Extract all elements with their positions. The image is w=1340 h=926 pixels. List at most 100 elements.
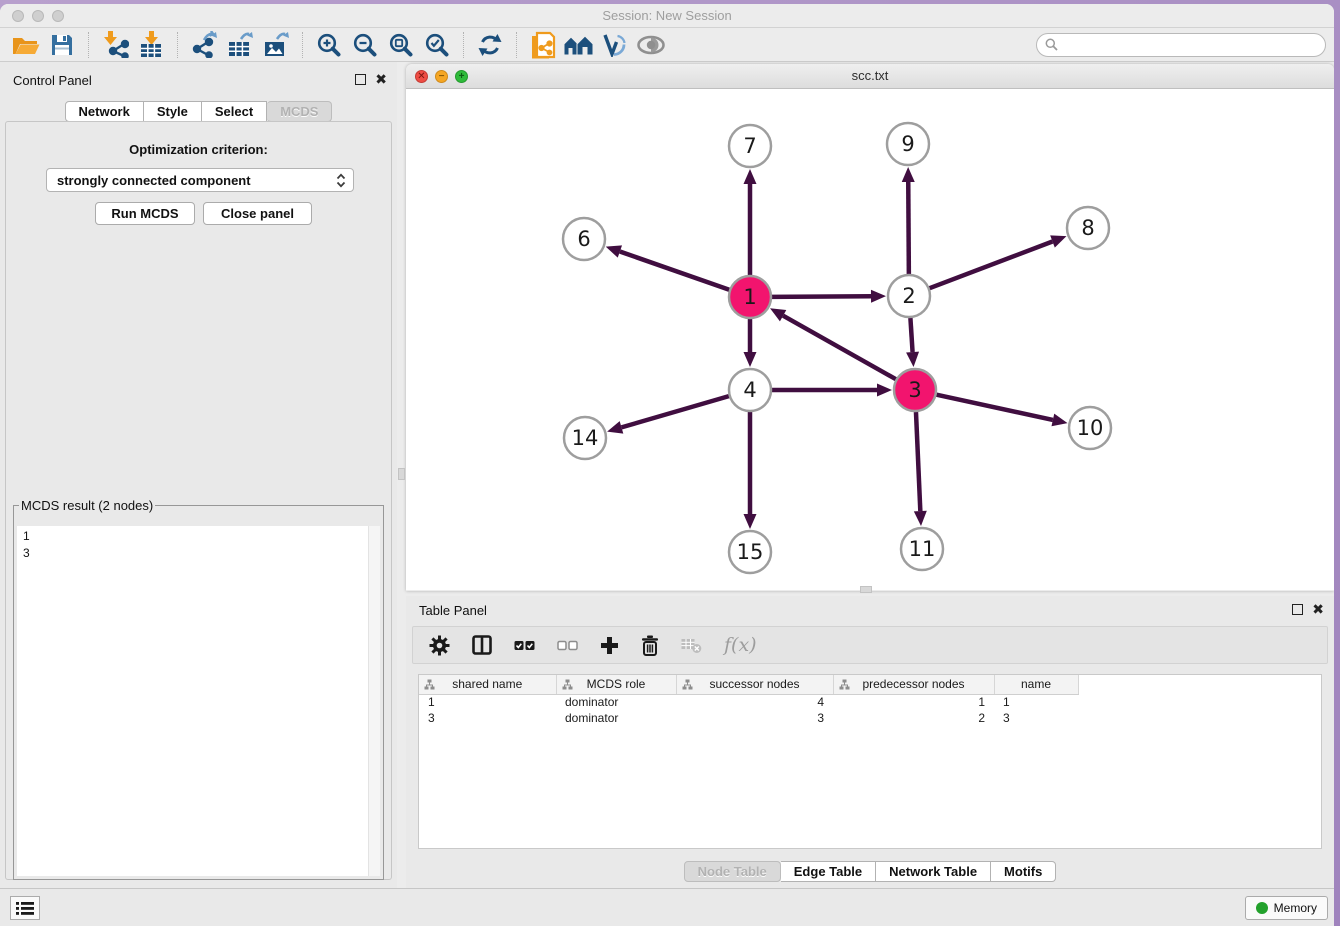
graph-node-2[interactable]: 2: [888, 275, 930, 317]
column-header-shared-name[interactable]: shared name: [419, 675, 556, 694]
svg-text:2: 2: [902, 284, 915, 308]
graph-edge-2-8[interactable]: [930, 235, 1067, 288]
graph-edge-2-9[interactable]: [902, 167, 915, 274]
graph-edge-3-11[interactable]: [914, 412, 927, 526]
graph-node-4[interactable]: 4: [729, 369, 771, 411]
export-image-button[interactable]: [258, 30, 294, 60]
zoom-in-button[interactable]: [311, 30, 347, 60]
graph-edge-4-15[interactable]: [744, 412, 757, 529]
tab-node-table[interactable]: Node Table: [684, 861, 781, 882]
network-close-button[interactable]: ✕: [415, 70, 428, 83]
graph-edge-4-14[interactable]: [607, 396, 729, 433]
zoom-fit-button[interactable]: [383, 30, 419, 60]
graph-node-15[interactable]: 15: [729, 531, 771, 573]
minimize-window-button[interactable]: [32, 10, 44, 22]
table-cell[interactable]: 1: [833, 694, 994, 710]
table-cell[interactable]: 3: [676, 710, 833, 726]
network-window-titlebar[interactable]: ✕ − + scc.txt: [406, 64, 1334, 89]
network-canvas[interactable]: 7 9 6 8 1 2 4 3 14 10 15 11: [406, 89, 1334, 590]
result-scrollbar[interactable]: [368, 526, 380, 876]
close-table-panel-icon[interactable]: ✖: [1312, 604, 1324, 615]
graph-edge-1-2[interactable]: [772, 290, 886, 303]
graph-edge-2-3[interactable]: [906, 318, 919, 367]
import-network-button[interactable]: [97, 30, 133, 60]
tab-motifs[interactable]: Motifs: [991, 861, 1056, 882]
run-mcds-button[interactable]: Run MCDS: [95, 202, 195, 225]
memory-label: Memory: [1274, 901, 1317, 915]
column-header-predecessor-nodes[interactable]: predecessor nodes: [833, 675, 994, 694]
vizmapper-button[interactable]: [597, 30, 633, 60]
tab-mcds[interactable]: MCDS: [267, 101, 332, 122]
graph-node-1[interactable]: 1: [729, 276, 771, 318]
table-cell[interactable]: 2: [833, 710, 994, 726]
graph-edge-1-4[interactable]: [744, 319, 757, 367]
zoom-selected-button[interactable]: [419, 30, 455, 60]
zoom-window-button[interactable]: [52, 10, 64, 22]
memory-button[interactable]: Memory: [1245, 896, 1328, 920]
add-column-button[interactable]: [600, 636, 619, 655]
open-session-button[interactable]: [8, 30, 44, 60]
table-row[interactable]: 1dominator411: [419, 694, 1078, 710]
tab-style[interactable]: Style: [144, 101, 202, 122]
graph-edge-1-7[interactable]: [744, 169, 757, 275]
select-all-button[interactable]: [514, 640, 535, 651]
horizontal-splitter-handle[interactable]: [860, 586, 872, 593]
table-cell[interactable]: 3: [994, 710, 1078, 726]
table-cell[interactable]: 1: [419, 694, 556, 710]
window-traffic-lights[interactable]: [12, 10, 64, 22]
export-table-button[interactable]: [222, 30, 258, 60]
graph-edge-3-1[interactable]: [770, 308, 896, 379]
table-cell[interactable]: dominator: [556, 694, 676, 710]
graph-node-6[interactable]: 6: [563, 218, 605, 260]
hide-panel-button[interactable]: [633, 30, 669, 60]
search-field[interactable]: [1036, 33, 1326, 57]
graph-edge-3-10[interactable]: [936, 395, 1067, 427]
optimization-criterion-select[interactable]: strongly connected component: [46, 168, 354, 192]
table-cell[interactable]: 4: [676, 694, 833, 710]
table-settings-button[interactable]: [429, 635, 450, 656]
show-columns-button[interactable]: [472, 635, 492, 655]
graph-node-7[interactable]: 7: [729, 125, 771, 167]
graph-edge-4-3[interactable]: [772, 384, 892, 397]
column-header-name[interactable]: name: [994, 675, 1078, 694]
cybrowser-home-button[interactable]: [561, 30, 597, 60]
tab-network-table[interactable]: Network Table: [876, 861, 991, 882]
save-session-button[interactable]: [44, 30, 80, 60]
import-table-button[interactable]: [133, 30, 169, 60]
new-network-from-selection-button[interactable]: [525, 30, 561, 60]
select-stepper-icon: [335, 173, 347, 188]
tab-edge-table[interactable]: Edge Table: [781, 861, 876, 882]
table-cell[interactable]: dominator: [556, 710, 676, 726]
close-window-button[interactable]: [12, 10, 24, 22]
mcds-result-area[interactable]: 13: [17, 526, 380, 876]
tab-select[interactable]: Select: [202, 101, 267, 122]
graph-node-10[interactable]: 10: [1069, 407, 1111, 449]
graph-node-14[interactable]: 14: [564, 417, 606, 459]
deselect-all-button[interactable]: [557, 640, 578, 651]
apply-layout-button[interactable]: [472, 30, 508, 60]
table-cell[interactable]: 1: [994, 694, 1078, 710]
zoom-out-button[interactable]: [347, 30, 383, 60]
delete-column-button[interactable]: [641, 635, 659, 656]
table-cell[interactable]: 3: [419, 710, 556, 726]
search-input[interactable]: [1063, 38, 1317, 52]
column-header-MCDS-role[interactable]: MCDS role: [556, 675, 676, 694]
close-panel-button[interactable]: Close panel: [203, 202, 312, 225]
network-maximize-button[interactable]: +: [455, 70, 468, 83]
vertical-splitter-handle[interactable]: [398, 468, 405, 480]
graph-edge-1-6[interactable]: [606, 245, 730, 289]
export-network-button[interactable]: [186, 30, 222, 60]
show-log-console-button[interactable]: [10, 896, 40, 920]
column-header-successor-nodes[interactable]: successor nodes: [676, 675, 833, 694]
network-minimize-button[interactable]: −: [435, 70, 448, 83]
graph-node-8[interactable]: 8: [1067, 207, 1109, 249]
float-table-panel-icon[interactable]: [1292, 604, 1303, 615]
graph-node-3[interactable]: 3: [894, 369, 936, 411]
close-panel-icon[interactable]: ✖: [375, 74, 387, 85]
control-panel-title: Control Panel: [13, 73, 92, 88]
graph-node-11[interactable]: 11: [901, 528, 943, 570]
tab-network[interactable]: Network: [65, 101, 144, 122]
table-row[interactable]: 3dominator323: [419, 710, 1078, 726]
float-panel-icon[interactable]: [355, 74, 366, 85]
graph-node-9[interactable]: 9: [887, 123, 929, 165]
